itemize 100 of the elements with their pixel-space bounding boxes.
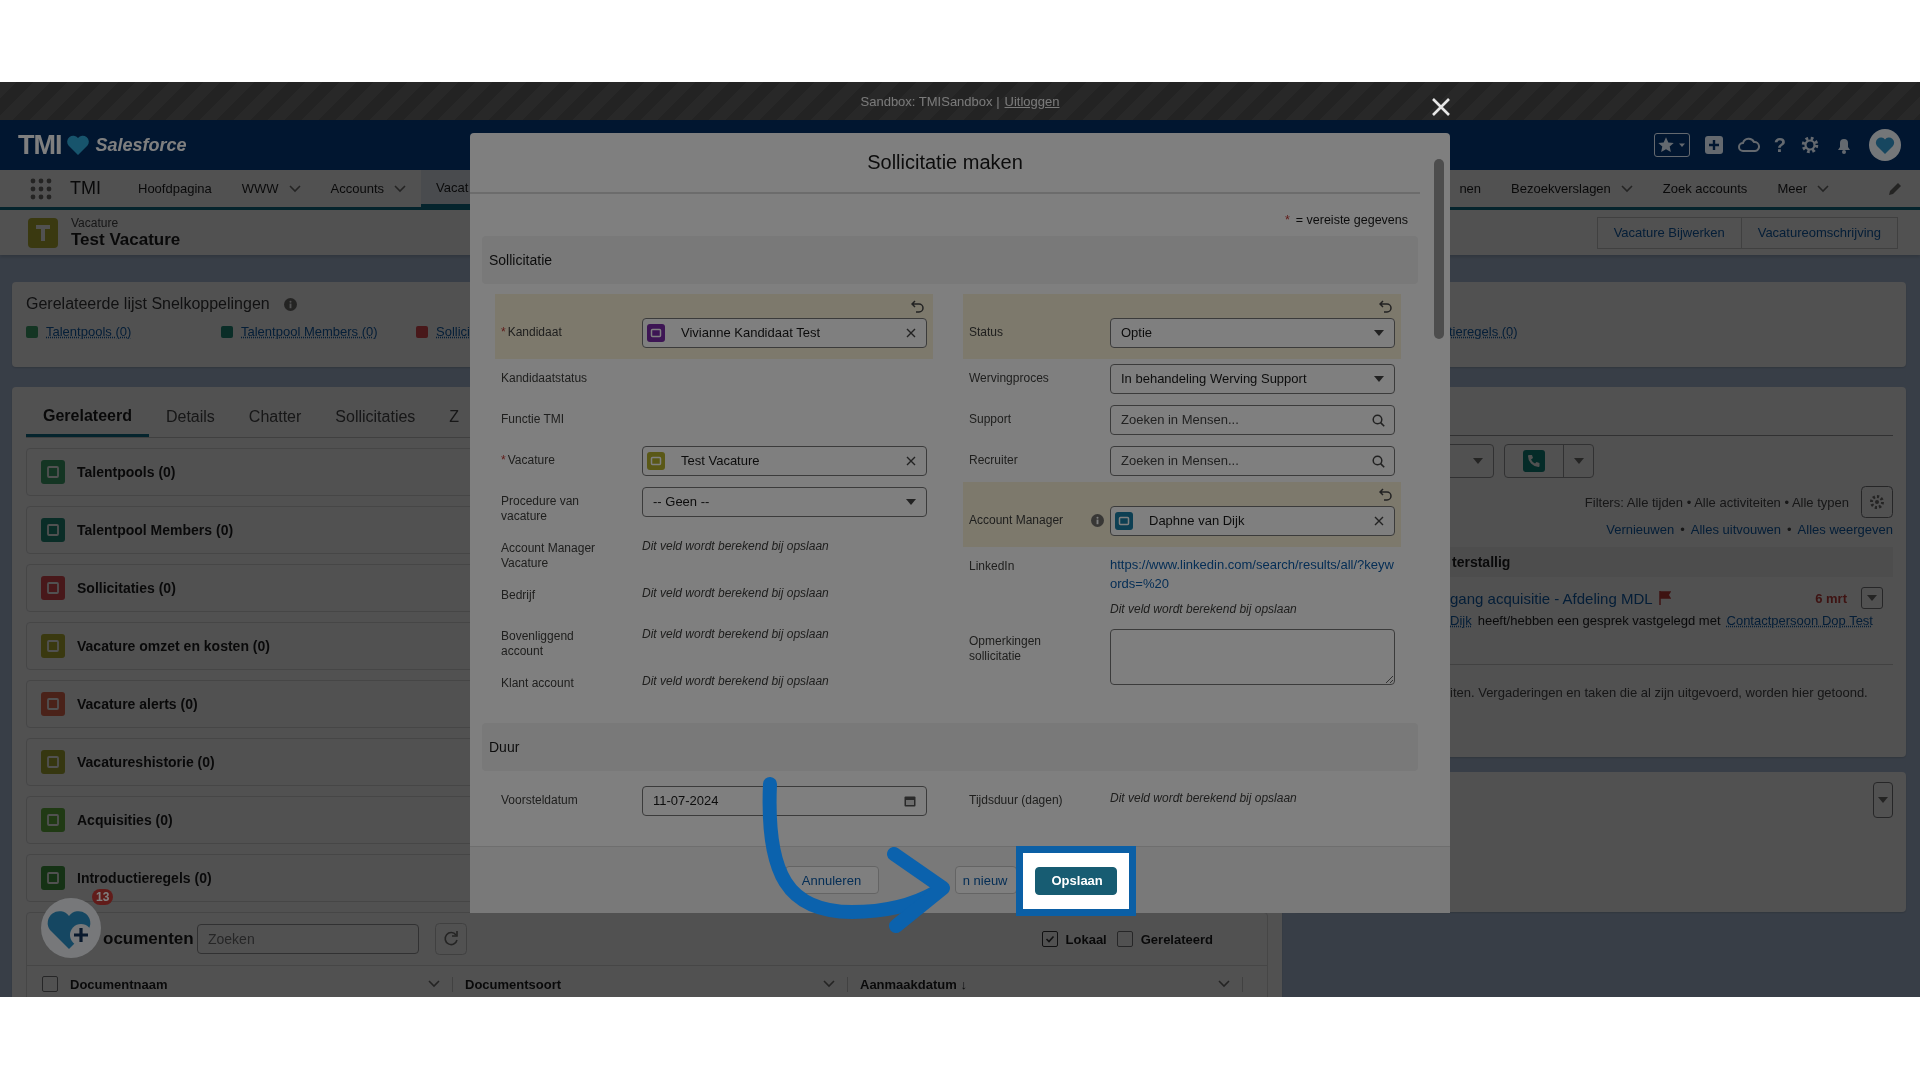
field-label: Kandidaatstatus (501, 370, 589, 386)
settings-icon[interactable] (1861, 486, 1893, 518)
checkbox[interactable] (1116, 931, 1133, 947)
lookup-field[interactable]: Test Vacature (642, 445, 927, 476)
field-label: * Kandidaat (501, 324, 563, 340)
field-label: Status (969, 324, 1005, 340)
action-button[interactable]: Vacatureomschrijving (1741, 216, 1898, 249)
nav-tab[interactable]: Zoek accounts (1647, 170, 1763, 207)
tab[interactable]: Chatter (231, 397, 319, 437)
field-label: Functie TMI (501, 411, 566, 427)
dialog-button[interactable]: Annuleren (784, 866, 879, 895)
action-button[interactable]: Vacature Bijwerken (1596, 216, 1742, 249)
column-header[interactable]: Documentsoort (465, 976, 848, 992)
nav-tab[interactable]: Accounts (315, 170, 422, 207)
tab[interactable]: Details (148, 397, 232, 437)
caret-icon (1374, 329, 1384, 336)
dialog-button[interactable]: n nieuw (954, 866, 1017, 895)
record-type: Vacature (71, 215, 120, 230)
chevron-icon (1218, 980, 1230, 988)
search-field[interactable]: Zoeken in Mensen... (1110, 404, 1395, 435)
field-label: LinkedIn (969, 558, 1016, 574)
activity-title-link[interactable]: gang acquisitie - Afdeling MDL (1450, 589, 1653, 607)
clear-icon[interactable] (906, 455, 916, 466)
tab[interactable]: Sollicitaties (318, 397, 433, 437)
save-button[interactable]: Opslaan (1034, 866, 1117, 895)
undo-icon[interactable] (911, 298, 925, 313)
dropdown-button[interactable] (1873, 782, 1893, 818)
field-label: Opmerkingen sollicitatie (969, 633, 1043, 664)
logout-link[interactable]: Uitloggen (1004, 93, 1060, 109)
quick-link[interactable]: Sollici (436, 324, 470, 339)
lookup-field[interactable]: Daphne van Dijk (1110, 505, 1395, 536)
separator-dot: • (1680, 522, 1685, 537)
computed-note: Dit veld wordt berekend bij opslaan (1110, 600, 1298, 617)
avatar-icon[interactable] (1868, 128, 1902, 162)
checkbox[interactable] (42, 976, 58, 992)
computed-note: Dit veld wordt berekend bij opslaan (642, 625, 830, 642)
card-title: Gerelateerde lijst Snelkoppelingen (26, 295, 270, 313)
computed-note: Dit veld wordt berekend bij opslaan (1110, 789, 1298, 806)
nav-tab[interactable]: WWW (226, 170, 316, 207)
computed-note: Dit veld wordt berekend bij opslaan (642, 537, 830, 554)
field-label: Voorsteldatum (501, 792, 579, 808)
contact-link[interactable]: Contactpersoon Dop Test (1726, 613, 1873, 628)
flag-icon (1658, 591, 1671, 605)
caret-icon (1473, 458, 1483, 464)
card-title: ocumenten (103, 929, 195, 949)
nav-tab[interactable]: Hoofdpagina (123, 170, 227, 207)
search-field[interactable]: Zoeken in Mensen... (1110, 445, 1395, 476)
record-title: Test Vacature (71, 229, 181, 250)
person-link[interactable]: Dijk (1450, 613, 1472, 628)
favorites-button[interactable] (1653, 133, 1690, 157)
linkedin-link[interactable]: https://www.linkedin.com/search/results/all/?keywords=%20 (1110, 551, 1395, 593)
picklist-field[interactable]: In behandeling Werving Support (1110, 363, 1395, 394)
edit-icon[interactable] (1888, 181, 1902, 196)
picklist-field[interactable]: -- Geen -- (642, 486, 927, 517)
section-title: terstallig (1452, 554, 1511, 570)
calendar-icon[interactable] (904, 794, 916, 807)
activity-link[interactable]: Alles weergeven (1797, 522, 1893, 537)
quick-link[interactable]: tieregels (0) (1449, 324, 1518, 339)
comments-field[interactable] (1110, 628, 1395, 685)
close-icon[interactable] (1431, 97, 1451, 117)
required-mark: * (1284, 212, 1290, 227)
nav-tab[interactable]: Bezoekverslagen (1496, 170, 1648, 207)
activity-link[interactable]: Alles uitvouwen (1690, 522, 1782, 537)
activity-link[interactable]: Vernieuwen (1606, 522, 1675, 537)
caret-icon (1374, 375, 1384, 382)
help-button[interactable]: ? (1773, 133, 1786, 157)
field-label: Bedrijf (501, 587, 536, 603)
add-icon[interactable] (1703, 135, 1724, 155)
search-icon (1372, 413, 1385, 427)
field-label: Procedure van vacature (501, 493, 581, 524)
date-field[interactable]: 11-07-2024 (642, 785, 927, 816)
cloud-icon[interactable] (1737, 135, 1760, 155)
field-label: Account Manager (969, 512, 1065, 528)
filter-summary: Filters: Alle tijden • Alle activiteiten • Alle typen (1584, 494, 1849, 510)
dropdown-button[interactable] (1861, 587, 1883, 609)
app-launcher-icon[interactable] (30, 177, 52, 200)
lookup-field[interactable]: Vivianne Kandidaat Test (642, 317, 927, 348)
picklist-field[interactable]: Optie (1110, 317, 1395, 348)
computed-note: Dit veld wordt berekend bij opslaan (642, 672, 830, 689)
heart-icon (65, 134, 90, 156)
checkbox-label: Lokaal (1065, 931, 1107, 947)
quick-link[interactable]: Talentpool Members (0) (241, 324, 378, 339)
nav-tab[interactable]: Meer (1762, 170, 1844, 207)
caret-icon (1573, 458, 1584, 464)
quick-link[interactable]: Talentpools (0) (46, 324, 132, 339)
clear-icon[interactable] (906, 327, 916, 338)
separator-dot: • (1787, 522, 1792, 537)
clear-icon[interactable] (1374, 515, 1384, 526)
info-icon (283, 297, 297, 311)
column-header[interactable]: Aanmaakdatum ↓ (860, 976, 1243, 992)
due-date: 6 mrt (1815, 590, 1847, 606)
checkbox-label: Gerelateerd (1140, 931, 1213, 947)
refresh-icon[interactable] (435, 923, 467, 955)
field-label: Account Manager Vacature (501, 540, 597, 571)
column-header[interactable]: Documentnaam (70, 976, 453, 992)
undo-icon[interactable] (1379, 298, 1393, 313)
checkbox[interactable] (1041, 931, 1058, 947)
tab[interactable]: Gerelateerd (26, 397, 149, 437)
undo-icon[interactable] (1379, 486, 1393, 501)
dialog-title: Sollicitatie maken (867, 150, 1023, 174)
